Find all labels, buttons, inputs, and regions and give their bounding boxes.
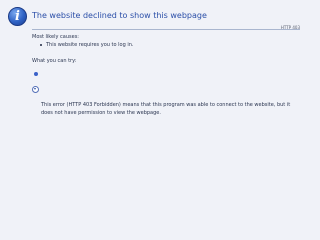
cause-item-label: This website requires you to log in. bbox=[46, 42, 134, 48]
page-title: The website declined to show this webpag… bbox=[32, 11, 207, 20]
try-heading: What you can try: bbox=[32, 58, 77, 64]
more-information-toggle[interactable] bbox=[32, 86, 39, 93]
error-details-text: This error (HTTP 403 Forbidden) means th… bbox=[41, 102, 291, 116]
bullet-icon bbox=[40, 43, 42, 46]
causes-heading: Most likely causes: bbox=[32, 34, 79, 40]
chevron-down-icon bbox=[34, 88, 36, 90]
bullet-icon bbox=[34, 72, 38, 76]
header-divider bbox=[32, 29, 300, 30]
cause-item: This website requires you to log in. bbox=[40, 42, 133, 48]
info-icon: i bbox=[8, 7, 27, 26]
